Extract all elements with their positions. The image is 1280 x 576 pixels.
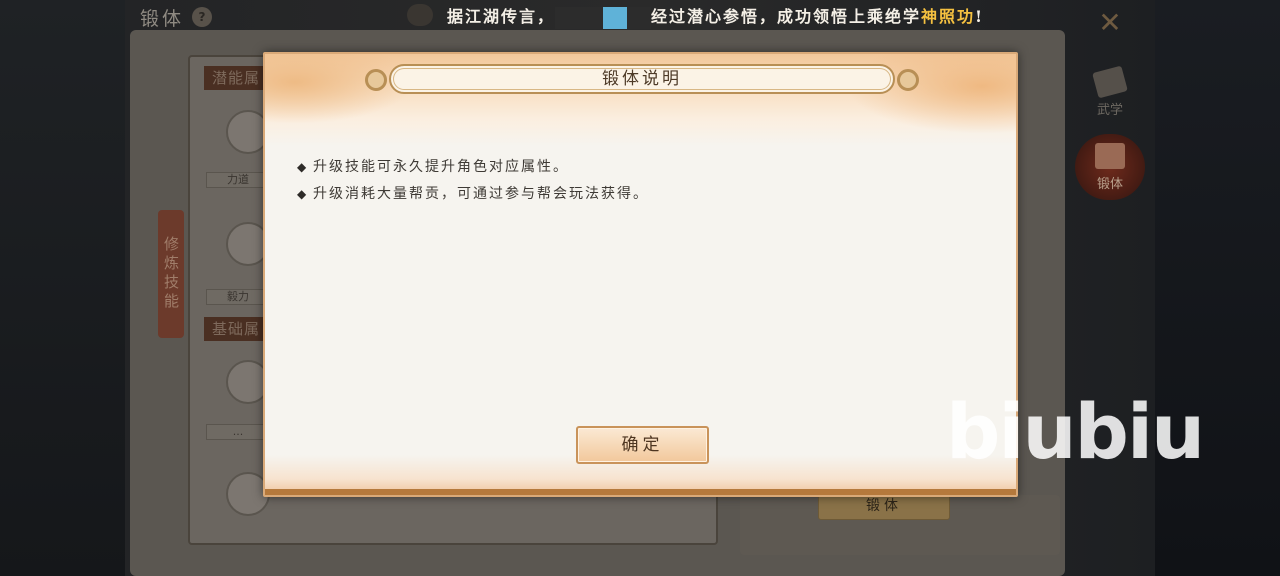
diamond-bullet-icon: ◆ xyxy=(297,160,307,174)
ornament-knot-left xyxy=(365,69,387,91)
body-armor-icon xyxy=(1095,142,1125,169)
marquee-prefix: 据江湖传言， xyxy=(447,7,556,26)
dialog-title: 锻体说明 xyxy=(602,69,682,89)
marquee-middle: 经过潜心参悟，成功领悟上乘绝学 xyxy=(651,7,922,26)
marquee-badge xyxy=(407,4,433,26)
marquee-suffix: ! xyxy=(975,7,985,26)
vertical-tab-cultivation[interactable]: 修炼技能 xyxy=(158,210,184,338)
tab-martial-arts[interactable]: 武学 xyxy=(1075,60,1145,126)
section-potential: 潜能属 xyxy=(204,66,271,90)
info-dialog: 锻体说明 ◆ 升级技能可永久提升角色对应属性。 ◆ 升级消耗大量帮贡，可通过参与帮会… xyxy=(263,52,1018,497)
section-basic: 基础属 xyxy=(204,317,271,341)
screen-title: 锻体 xyxy=(140,7,185,30)
description-line: ◆ 升级消耗大量帮贡，可通过参与帮会玩法获得。 xyxy=(297,181,987,208)
ornament-knot-right xyxy=(897,69,919,91)
description-line: ◆ 升级技能可永久提升角色对应属性。 xyxy=(297,154,987,181)
tab-label: 武学 xyxy=(1096,102,1123,118)
marquee-text: 据江湖传言， 经过潜心参悟，成功领悟上乘绝学神照功! xyxy=(447,3,984,29)
description-text: 升级消耗大量帮贡，可通过参与帮会玩法获得。 xyxy=(313,186,649,202)
announcement-marquee: 据江湖传言， 经过潜心参悟，成功领悟上乘绝学神照功! xyxy=(395,0,1035,30)
screen-header: 锻体 ? xyxy=(140,2,213,32)
question-icon[interactable]: ? xyxy=(192,7,213,27)
dialog-title-plaque: 锻体说明 xyxy=(365,64,919,94)
watermark-logo: biubiu xyxy=(946,387,1205,476)
tab-body-forging[interactable]: 锻体 xyxy=(1075,134,1145,200)
description-text: 升级技能可永久提升角色对应属性。 xyxy=(313,159,569,175)
skill-name: ... xyxy=(206,424,270,440)
dialog-bottom-edge xyxy=(265,489,1016,495)
skill-name: 力道 xyxy=(206,172,270,188)
right-scenery xyxy=(1155,0,1280,576)
scroll-book-icon xyxy=(1092,65,1128,98)
close-icon[interactable]: ✕ xyxy=(1094,7,1126,39)
left-scenery xyxy=(0,0,125,576)
skill-highlight: 神照功 xyxy=(921,7,976,26)
tab-label: 锻体 xyxy=(1096,176,1123,192)
confirm-button[interactable]: 确定 xyxy=(576,426,709,464)
skill-name: 毅力 xyxy=(206,289,270,305)
dialog-description: ◆ 升级技能可永久提升角色对应属性。 ◆ 升级消耗大量帮贡，可通过参与帮会玩法获得。 xyxy=(297,154,987,208)
side-tab-bar: 武学 锻体 xyxy=(1075,60,1145,200)
player-name-redacted xyxy=(555,6,652,29)
diamond-bullet-icon: ◆ xyxy=(297,187,307,201)
